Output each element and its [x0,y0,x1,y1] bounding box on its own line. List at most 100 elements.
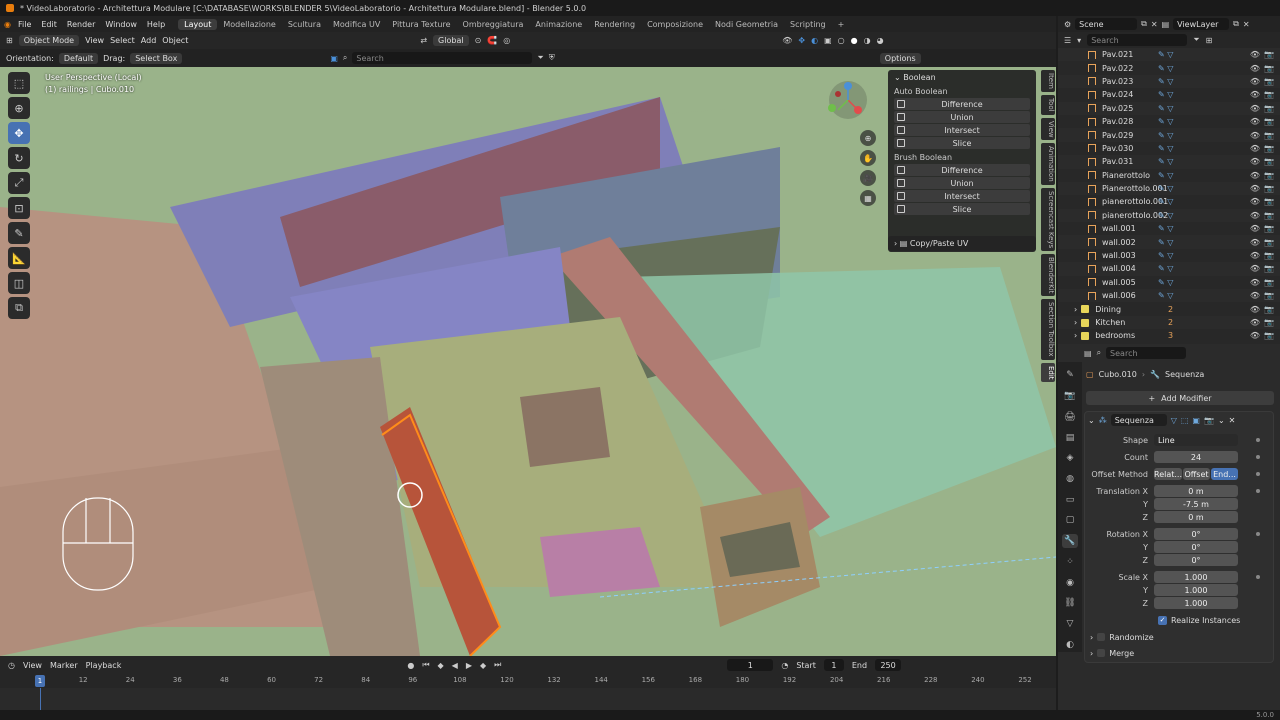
auto-slice-button[interactable]: Slice [894,137,1030,149]
timeline-ruler[interactable]: 1 12 24 36 48 60 72 84 96 108 120 132 144 156 168 180 19… [0,674,1056,688]
outliner-row[interactable]: pianerottolo.001 ✎ ▽ 👁 📷 [1058,195,1280,208]
camera-icon[interactable]: 📷 [1264,157,1274,166]
auto-union-button[interactable]: Union [894,111,1030,123]
sidebar-tab-section-toolbox[interactable]: Section Toolbox [1041,299,1055,360]
rotation-y-field[interactable]: 0° [1154,541,1238,553]
proportional-edit-icon[interactable]: ◎ [503,36,510,45]
rotation-z-field[interactable]: 0° [1154,554,1238,566]
overlay-icon[interactable]: ◐ [811,36,818,45]
offset-constant-button[interactable]: Offset [1183,468,1210,480]
view-layer-field[interactable]: ViewLayer [1173,18,1230,30]
merge-subpanel[interactable]: › Merge [1090,647,1134,659]
modifier-wrench-icon[interactable]: ✎ ▽ [1158,291,1173,300]
add-modifier-button[interactable]: + Add Modifier [1086,391,1274,405]
workspace-tab-animazione[interactable]: Animazione [529,19,588,30]
outliner-row[interactable]: pianerottolo.002 ✎ ▽ 👁 📷 [1058,208,1280,223]
outliner-row[interactable]: Pav.023 ✎ ▽ 👁 📷 [1058,74,1280,89]
clock-icon[interactable]: ◔ [781,661,788,670]
gizmo-icon[interactable]: ✥ [798,36,805,45]
outliner-row[interactable]: wall.001 ✎ ▽ 👁 📷 [1058,222,1280,235]
keyframe-dot-icon[interactable] [1256,575,1260,579]
translation-x-field[interactable]: 0 m [1154,485,1238,497]
camera-icon[interactable]: 📷 [1264,117,1274,126]
modifier-wrench-icon[interactable]: ✎ ▽ [1158,117,1173,126]
properties-search-input[interactable]: Search [1106,347,1187,359]
visibility-icon[interactable]: 👁 [782,36,792,45]
eye-icon[interactable]: 👁 [1250,264,1260,273]
outliner-row[interactable]: Pav.025 ✎ ▽ 👁 📷 [1058,101,1280,115]
outliner-row[interactable]: Pianerottolo.001 ✎ ▽ 👁 📷 [1058,181,1280,196]
chevron-down-icon[interactable]: ⌄ [1088,416,1095,425]
camera-icon[interactable]: 📷 [1264,211,1274,220]
workspace-tab-nodi-geometria[interactable]: Nodi Geometria [709,19,784,30]
randomize-checkbox[interactable] [1097,633,1106,641]
modifier-wrench-icon[interactable]: ✎ ▽ [1158,77,1173,86]
next-keyframe-icon[interactable]: ◆ [480,661,486,670]
keyframe-dot-icon[interactable] [1256,489,1260,493]
data-tab-icon[interactable]: ▽ [1062,617,1078,632]
camera-icon[interactable]: 📷 [1264,184,1274,193]
camera-icon[interactable]: 📷 [1264,77,1274,86]
modifier-wrench-icon[interactable]: ✎ ▽ [1158,50,1173,59]
camera-view-icon[interactable]: 🎥 [860,170,876,186]
eye-icon[interactable]: 👁 [1250,197,1260,206]
merge-checkbox[interactable] [1097,649,1106,657]
timeline-playback-menu[interactable]: Playback [86,661,122,670]
outliner-row[interactable]: Pav.021 ✎ ▽ 👁 📷 [1058,48,1280,62]
transform-orientation-dropdown[interactable]: Global [433,35,469,46]
filter-icon[interactable]: ⏷ [1193,35,1199,45]
camera-icon[interactable]: 📷 [1264,278,1274,287]
sidebar-tab-animation[interactable]: Animation [1041,143,1055,185]
scale-y-field[interactable]: 1.000 [1154,584,1238,596]
outliner-row[interactable]: Pianerottolo ✎ ▽ 👁 📷 [1058,169,1280,182]
blender-menu-icon[interactable]: ◉ [4,20,11,29]
pan-hand-icon[interactable]: ✋ [860,150,876,166]
outliner-row[interactable]: wall.006 ✎ ▽ 👁 📷 [1058,289,1280,303]
tool-tab-icon[interactable]: ✎ [1062,368,1078,383]
eye-icon[interactable]: 👁 [1250,90,1260,99]
camera-icon[interactable]: 📷 [1264,238,1274,247]
rotation-x-field[interactable]: 0° [1154,528,1238,540]
modifier-wrench-icon[interactable]: ✎ ▽ [1158,131,1173,140]
close-icon[interactable]: ✕ [1229,416,1236,425]
sidebar-tab-blenderkit[interactable]: BlenderKit [1041,254,1055,297]
eye-icon[interactable]: 👁 [1250,331,1260,340]
end-frame-field[interactable]: 250 [875,659,902,671]
orientation-dropdown[interactable]: Default [58,52,99,64]
jump-start-icon[interactable]: ⏮ [422,660,429,670]
delete-view-layer-icon[interactable]: ✕ [1243,20,1250,29]
workspace-tab-scultura[interactable]: Scultura [282,19,327,30]
collection-tab-icon[interactable]: ▭ [1062,492,1078,507]
camera-icon[interactable]: 📷 [1264,305,1274,314]
rotate-tool-icon[interactable]: ↻ [8,147,30,169]
snap-icon[interactable]: 🧲 [487,36,497,45]
timeline-editor-icon[interactable]: ◷ [8,661,15,670]
outliner-row[interactable]: Pav.028 ✎ ▽ 👁 📷 [1058,115,1280,128]
sidebar-tab-screencast-keys[interactable]: Screencast Keys [1041,187,1055,252]
outliner-row[interactable]: Pav.031 ✎ ▽ 👁 📷 [1058,155,1280,169]
add-menu[interactable]: Add [141,36,157,45]
object-tab-icon[interactable]: ▢ [1062,513,1078,528]
camera-icon[interactable]: 📷 [1264,264,1274,273]
eye-icon[interactable]: 👁 [1250,117,1260,126]
outliner-collection-row[interactable]: › bedrooms 3 👁 📷 [1058,329,1280,342]
transform-tool-icon[interactable]: ⊡ [8,197,30,219]
scene-field[interactable]: Scene [1075,18,1138,30]
delete-scene-icon[interactable]: ✕ [1151,20,1158,29]
modifier-wrench-icon[interactable]: ✎ ▽ [1158,264,1173,273]
scale-z-field[interactable]: 1.000 [1154,597,1238,609]
view-layer-tab-icon[interactable]: ▤ [1062,430,1078,445]
brush-intersect-button[interactable]: Intersect [894,190,1030,202]
prev-keyframe-icon[interactable]: ◆ [438,661,444,670]
modifier-dropdown-icon[interactable]: ⌄ [1218,416,1225,425]
outliner-row[interactable]: wall.003 ✎ ▽ 👁 📷 [1058,249,1280,262]
shape-dropdown[interactable]: Line [1154,434,1238,446]
sidebar-tab-tool[interactable]: Tool [1041,94,1055,115]
menu-file[interactable]: File [13,20,36,29]
keyframe-dot-icon[interactable] [1256,532,1260,536]
modifier-wrench-icon[interactable]: ✎ ▽ [1158,144,1173,153]
eye-icon[interactable]: 👁 [1250,104,1260,113]
eye-icon[interactable]: 👁 [1250,318,1260,327]
annotate-tool-icon[interactable]: ✎ [8,222,30,244]
brush-slice-button[interactable]: Slice [894,203,1030,215]
